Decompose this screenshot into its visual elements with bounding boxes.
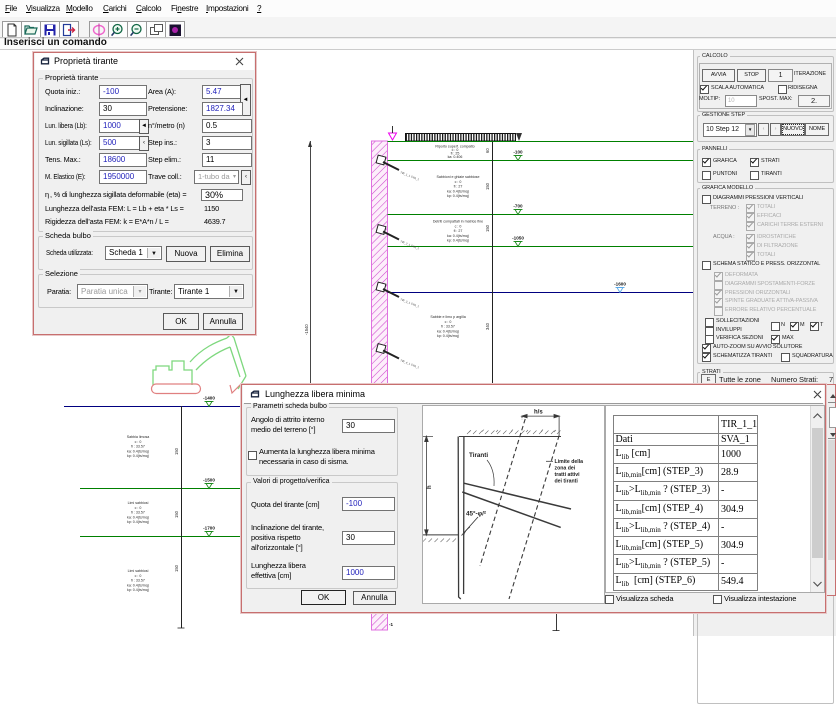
svg-text:fi : 27: fi : 27 (454, 185, 463, 189)
svg-text:TIR_1_1 SVA_1: TIR_1_1 SVA_1 (400, 170, 420, 181)
svg-text:ka: 0.4(ts/mq): ka: 0.4(ts/mq) (127, 583, 149, 587)
svg-text:-100: -100 (513, 150, 523, 155)
svg-text:ka: 0.4(ts/mq): ka: 0.4(ts/mq) (447, 234, 469, 238)
svg-text:Detriti compattati in matrice: Detriti compattati in matrice fine (433, 220, 483, 224)
svg-text:zona dei: zona dei (555, 466, 576, 472)
svg-text:ka: 0.4(ts/mq): ka: 0.4(ts/mq) (437, 329, 459, 333)
svg-text:fi : 27: fi : 27 (454, 229, 463, 233)
svg-text:Tiranti: Tiranti (469, 452, 488, 459)
svg-text:kp: 0.4(ts/mq): kp: 0.4(ts/mq) (447, 239, 469, 243)
svg-text:h: h (427, 485, 433, 489)
svg-text:c : 0: c : 0 (135, 440, 142, 444)
svg-text:fi : 33.57: fi : 33.57 (441, 325, 455, 329)
svg-text:45°-φ/²: 45°-φ/² (466, 510, 486, 518)
svg-text:c : 0: c : 0 (135, 506, 142, 510)
svg-text:-1600: -1600 (614, 282, 626, 287)
svg-text:-1050: -1050 (512, 236, 524, 241)
svg-text:150: 150 (174, 510, 179, 518)
svg-text:fi : 33.57: fi : 33.57 (131, 445, 145, 449)
svg-text:Sabbioni e ghiaie sabbiose: Sabbioni e ghiaie sabbiose (437, 175, 480, 179)
svg-text:h/s: h/s (534, 410, 543, 416)
svg-text:kp: 0.4(ts/mq): kp: 0.4(ts/mq) (437, 334, 459, 338)
svg-text:kp: 0.4(ts/mq): kp: 0.4(ts/mq) (127, 588, 149, 592)
svg-text:-1540: -1540 (304, 324, 309, 335)
svg-text:TIR_4_1 SVA_1: TIR_4_1 SVA_1 (400, 358, 420, 369)
svg-text:ka: 0.4(ts/mq): ka: 0.4(ts/mq) (447, 189, 469, 193)
svg-text:150: 150 (485, 182, 490, 190)
svg-text:kp: 0.4(ts/mq): kp: 0.4(ts/mq) (127, 520, 149, 524)
svg-text:c : 0: c : 0 (455, 180, 462, 184)
svg-text:150: 150 (174, 564, 179, 572)
svg-text:150: 150 (174, 447, 179, 455)
svg-text:c : 0: c : 0 (455, 224, 462, 228)
svg-text:dei tiranti: dei tiranti (555, 479, 579, 485)
svg-text:kp: 0.4(ts/mq): kp: 0.4(ts/mq) (447, 194, 469, 198)
svg-text:Limi sabbiosi: Limi sabbiosi (128, 501, 149, 505)
svg-text:340: 340 (485, 322, 490, 330)
svg-text:-1: -1 (389, 622, 393, 627)
svg-text:kp: 0.4(ts/mq): kp: 0.4(ts/mq) (127, 454, 149, 458)
svg-text:Limi sabbiosi: Limi sabbiosi (128, 569, 149, 573)
svg-text:-1500: -1500 (203, 478, 215, 483)
svg-text:Limite della: Limite della (555, 459, 584, 465)
svg-text:TIR_3_1 SVA_1: TIR_3_1 SVA_1 (400, 297, 420, 308)
svg-text:ka: 0.4(ts/mq): ka: 0.4(ts/mq) (127, 515, 149, 519)
svg-text:Sabbia limosa: Sabbia limosa (127, 435, 150, 439)
svg-text:c : 0: c : 0 (445, 320, 452, 324)
svg-text:60: 60 (485, 148, 490, 153)
svg-text:-700: -700 (513, 204, 523, 209)
svg-text:fi : 33.57: fi : 33.57 (131, 579, 145, 583)
svg-text:ka: 0.406: ka: 0.406 (448, 155, 463, 159)
svg-text:-1700: -1700 (203, 526, 215, 531)
svg-text:150: 150 (485, 224, 490, 232)
svg-text:c : 0: c : 0 (135, 574, 142, 578)
svg-text:-1400: -1400 (203, 396, 215, 401)
svg-text:tratti attivi: tratti attivi (555, 472, 581, 478)
svg-text:TIR_2_1 SVA_1: TIR_2_1 SVA_1 (400, 239, 420, 250)
svg-text:fi : 33.57: fi : 33.57 (131, 511, 145, 515)
svg-text:Sabbie e limo p argilla: Sabbie e limo p argilla (430, 315, 465, 319)
svg-text:ka: 0.4(ts/mq): ka: 0.4(ts/mq) (127, 449, 149, 453)
